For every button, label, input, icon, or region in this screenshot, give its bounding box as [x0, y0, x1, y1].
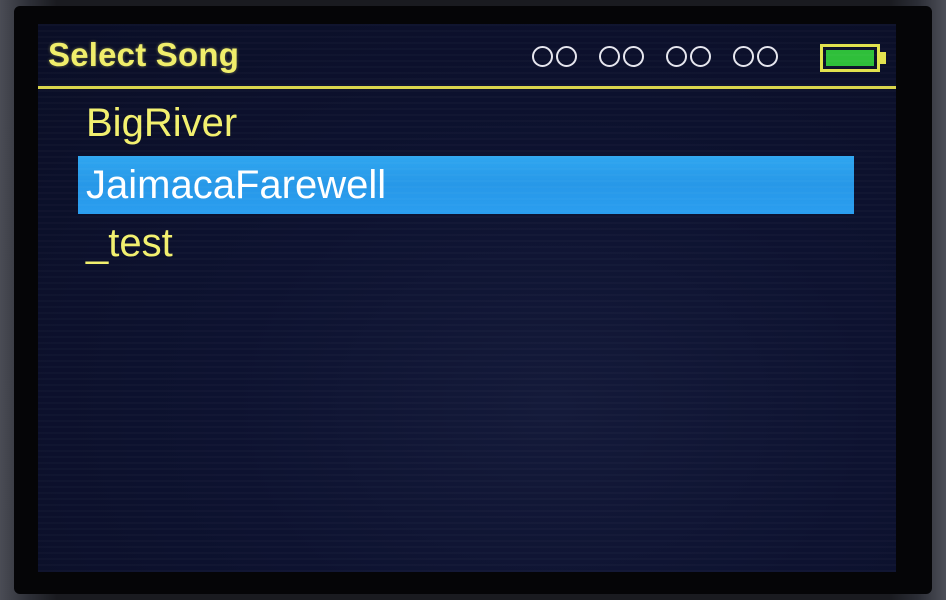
ring-icon [599, 46, 620, 67]
header-divider [38, 86, 896, 89]
ring-icon [757, 46, 778, 67]
ring-icon [623, 46, 644, 67]
indicator-pair-3 [666, 46, 711, 67]
indicator-pair-2 [599, 46, 644, 67]
song-item-jaimacafarewell[interactable]: JaimacaFarewell [78, 156, 854, 214]
header-bar: Select Song [38, 24, 896, 86]
ring-icon [690, 46, 711, 67]
ring-icon [666, 46, 687, 67]
ring-icon [532, 46, 553, 67]
ring-icon [556, 46, 577, 67]
song-item-bigriver[interactable]: BigRiver [78, 94, 854, 152]
status-indicators [532, 46, 778, 67]
device-frame: Select Song BigRiver JaimacaFarewell _te… [0, 0, 946, 600]
indicator-pair-1 [532, 46, 577, 67]
page-title: Select Song [48, 36, 240, 73]
battery-icon [820, 44, 886, 72]
ring-icon [733, 46, 754, 67]
battery-fill [826, 50, 874, 66]
lcd-screen: Select Song BigRiver JaimacaFarewell _te… [38, 24, 896, 572]
song-item-test[interactable]: _test [78, 214, 854, 272]
indicator-pair-4 [733, 46, 778, 67]
